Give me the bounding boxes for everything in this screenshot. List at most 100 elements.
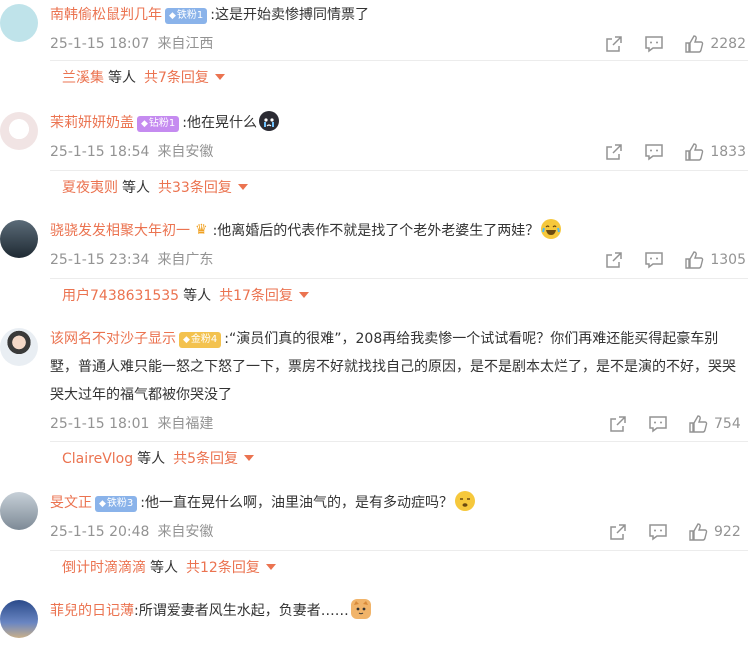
comment-body: 该网名不对沙子显示 ◆金粉4:“演员们真的很难”，208再给我卖惨一个试试看呢？你… bbox=[50, 325, 736, 409]
username[interactable]: 该网名不对沙子显示 bbox=[50, 331, 176, 347]
like-count: 1305 bbox=[710, 252, 746, 268]
comment-text: :这是开始卖惨搏同情票了 bbox=[210, 7, 370, 23]
sob-icon bbox=[259, 111, 280, 131]
caret-down-icon[interactable] bbox=[244, 455, 255, 461]
username[interactable]: 茉莉妍妍奶盖 bbox=[50, 115, 134, 131]
reply-first-user[interactable]: 用户7438631535 bbox=[62, 288, 179, 304]
avatar[interactable] bbox=[0, 220, 38, 258]
comment-meta: 25-1-15 23:34 来自广东 bbox=[50, 250, 213, 270]
comment-meta: 25-1-15 20:48 来自安徽 bbox=[50, 522, 213, 542]
username[interactable]: 旻文正 bbox=[50, 495, 92, 511]
share-icon[interactable] bbox=[604, 250, 624, 270]
like-count: 922 bbox=[714, 524, 741, 540]
comment-time: 25-1-15 18:54 bbox=[50, 144, 150, 160]
comment-actions: 922 bbox=[588, 522, 746, 542]
thumbs-up-icon[interactable] bbox=[684, 142, 704, 162]
share-icon[interactable] bbox=[608, 414, 628, 434]
reply-etc: 等人 bbox=[108, 70, 136, 86]
diamond-icon: ◆ bbox=[169, 11, 176, 21]
comment-time: 25-1-15 23:34 bbox=[50, 252, 150, 268]
comment-meta: 25-1-15 18:07 来自江西 bbox=[50, 34, 213, 54]
comment-location: 来自安徽 bbox=[157, 144, 214, 160]
comment-body: 旻文正 ◆铁粉3:他一直在晃什么啊，油里油气的，是有多动症吗？ bbox=[50, 489, 736, 517]
avatar[interactable] bbox=[0, 328, 38, 366]
thumbs-up-icon[interactable] bbox=[684, 250, 704, 270]
comment-icon[interactable] bbox=[644, 250, 664, 270]
comment-text: :所谓爱妻者风生水起，负妻者…… bbox=[134, 603, 349, 619]
comment-body: 菲兒的日记薄:所谓爱妻者风生水起，负妻者…… bbox=[50, 597, 736, 625]
avatar[interactable] bbox=[0, 492, 38, 530]
comment-location: 来自江西 bbox=[157, 36, 214, 52]
comment-icon[interactable] bbox=[648, 522, 668, 542]
username[interactable]: 菲兒的日记薄 bbox=[50, 603, 134, 619]
reply-count-link[interactable]: 共12条回复 bbox=[186, 560, 260, 576]
thumbs-up-icon[interactable] bbox=[688, 522, 708, 542]
avatar[interactable] bbox=[0, 600, 38, 638]
share-icon[interactable] bbox=[604, 34, 624, 54]
reply-first-user[interactable]: 兰溪集 bbox=[62, 70, 104, 86]
thumbs-up-icon[interactable] bbox=[688, 414, 708, 434]
comment-meta: 25-1-15 18:54 来自安徽 bbox=[50, 142, 213, 162]
comment-actions: 754 bbox=[588, 414, 746, 434]
comment-body: 骁骁发发相聚大年初一 ♛:他离婚后的代表作不就是找了个老外老婆生了两娃？ bbox=[50, 217, 736, 245]
dizzy-face-icon bbox=[455, 491, 476, 511]
comment-text: :他在晃什么 bbox=[182, 115, 258, 131]
reply-etc: 等人 bbox=[137, 451, 166, 467]
fan-badge[interactable]: ◆钻粉1 bbox=[137, 116, 180, 132]
reply-etc: 等人 bbox=[122, 180, 150, 196]
laugh-cry-icon bbox=[541, 219, 562, 239]
share-icon[interactable] bbox=[608, 522, 628, 542]
reply-summary: 兰溪集 等人 共7条回复 bbox=[50, 60, 748, 95]
comment-actions: 1833 bbox=[584, 142, 746, 162]
reply-summary: 夏夜夷则 等人 共33条回复 bbox=[50, 170, 748, 205]
caret-down-icon[interactable] bbox=[214, 74, 225, 80]
thumbs-up-icon[interactable] bbox=[684, 34, 704, 54]
reply-etc: 等人 bbox=[150, 560, 178, 576]
crown-badge-icon[interactable]: ♛ bbox=[193, 222, 210, 238]
reply-count-link[interactable]: 共5条回复 bbox=[173, 451, 238, 467]
reply-first-user[interactable]: ClaireVlog bbox=[62, 451, 133, 467]
like-count: 754 bbox=[714, 416, 741, 432]
comment-actions: 1305 bbox=[584, 250, 746, 270]
comment-time: 25-1-15 18:07 bbox=[50, 36, 150, 52]
comment-location: 来自安徽 bbox=[157, 524, 214, 540]
comment-icon[interactable] bbox=[644, 34, 664, 54]
username[interactable]: 骁骁发发相聚大年初一 bbox=[50, 223, 190, 239]
like-count: 2282 bbox=[710, 36, 746, 52]
comment-text: :他一直在晃什么啊，油里油气的，是有多动症吗？ bbox=[140, 495, 454, 511]
caret-down-icon[interactable] bbox=[237, 184, 248, 190]
diamond-icon: ◆ bbox=[99, 499, 106, 509]
username[interactable]: 南韩偷松鼠判几年 bbox=[50, 7, 162, 23]
comment-text: :他离婚后的代表作不就是找了个老外老婆生了两娃？ bbox=[212, 223, 540, 239]
fan-badge[interactable]: ◆金粉4 bbox=[179, 332, 222, 348]
fan-badge[interactable]: ◆铁粉3 bbox=[95, 496, 138, 512]
avatar[interactable] bbox=[0, 112, 38, 150]
reply-count-link[interactable]: 共17条回复 bbox=[219, 288, 293, 304]
diamond-icon: ◆ bbox=[183, 335, 190, 345]
caret-down-icon[interactable] bbox=[298, 292, 309, 298]
fan-badge[interactable]: ◆铁粉1 bbox=[165, 8, 208, 24]
comment-time: 25-1-15 18:01 bbox=[50, 416, 150, 432]
avatar[interactable] bbox=[0, 4, 38, 42]
reply-summary: ClaireVlog 等人 共5条回复 bbox=[50, 441, 748, 476]
comment-icon[interactable] bbox=[644, 142, 664, 162]
comment-body: 南韩偷松鼠判几年 ◆铁粉1:这是开始卖惨搏同情票了 bbox=[50, 1, 736, 29]
comment-time: 25-1-15 20:48 bbox=[50, 524, 150, 540]
cat-face-icon bbox=[350, 599, 371, 619]
reply-etc: 等人 bbox=[183, 288, 212, 304]
reply-count-link[interactable]: 共33条回复 bbox=[158, 180, 232, 196]
comment-actions: 2282 bbox=[584, 34, 746, 54]
reply-first-user[interactable]: 倒计时滴滴滴 bbox=[62, 560, 146, 576]
reply-summary: 倒计时滴滴滴 等人 共12条回复 bbox=[50, 550, 748, 585]
reply-count-link[interactable]: 共7条回复 bbox=[144, 70, 209, 86]
caret-down-icon[interactable] bbox=[265, 564, 276, 570]
comment-body: 茉莉妍妍奶盖 ◆钻粉1:他在晃什么 bbox=[50, 109, 736, 137]
diamond-icon: ◆ bbox=[141, 119, 148, 129]
comment-location: 来自福建 bbox=[157, 416, 214, 432]
reply-summary: 用户7438631535 等人 共17条回复 bbox=[50, 278, 748, 313]
reply-first-user[interactable]: 夏夜夷则 bbox=[62, 180, 118, 196]
comment-location: 来自广东 bbox=[157, 252, 214, 268]
share-icon[interactable] bbox=[604, 142, 624, 162]
comment-icon[interactable] bbox=[648, 414, 668, 434]
like-count: 1833 bbox=[710, 144, 746, 160]
